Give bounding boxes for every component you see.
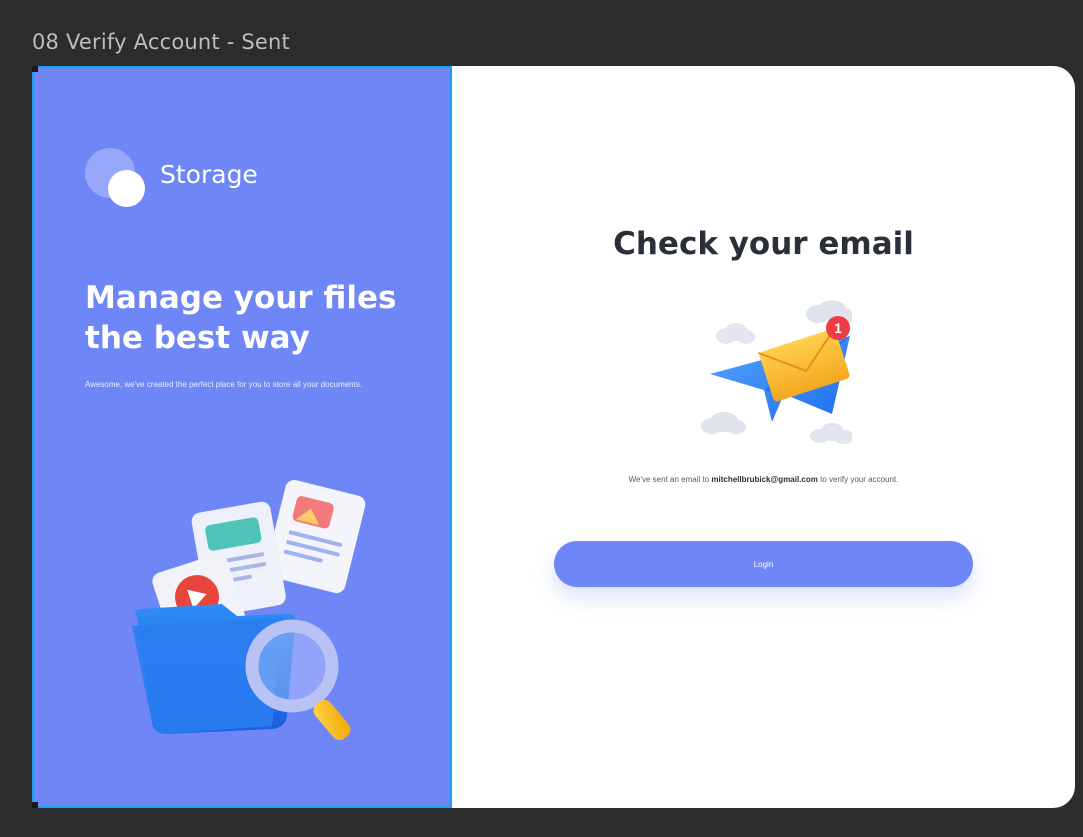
folder-with-files-and-magnifier-icon bbox=[132, 480, 366, 741]
message-suffix: to verify your account. bbox=[820, 475, 899, 484]
email-address: mitchellbrubick@gmail.com bbox=[711, 475, 818, 484]
brand: Storage bbox=[85, 148, 345, 208]
login-button[interactable]: Login bbox=[554, 541, 973, 587]
main-content: Check your email 1 We've sent an email t… bbox=[452, 66, 1075, 808]
frame-title: 08 Verify Account - Sent bbox=[32, 30, 290, 54]
selection-handle-top-left[interactable] bbox=[32, 66, 38, 72]
left-headline: Manage your files the best way bbox=[85, 280, 397, 356]
sent-message: We've sent an email to mitchellbrubick@g… bbox=[602, 474, 925, 486]
storage-logo-icon bbox=[85, 148, 145, 208]
notification-badge: 1 bbox=[834, 320, 842, 336]
page-title: Check your email bbox=[613, 226, 914, 262]
message-prefix: We've sent an email to bbox=[628, 475, 710, 484]
verify-account-screen: Storage Manage your files the best way A… bbox=[32, 66, 1075, 808]
left-panel[interactable]: Storage Manage your files the best way A… bbox=[32, 66, 452, 808]
left-tagline: Awesome, we've created the perfect place… bbox=[85, 380, 363, 389]
selection-handle-bottom-left[interactable] bbox=[32, 802, 38, 808]
brand-name: Storage bbox=[160, 160, 258, 189]
paper-plane-envelope-icon: 1 bbox=[701, 300, 852, 444]
